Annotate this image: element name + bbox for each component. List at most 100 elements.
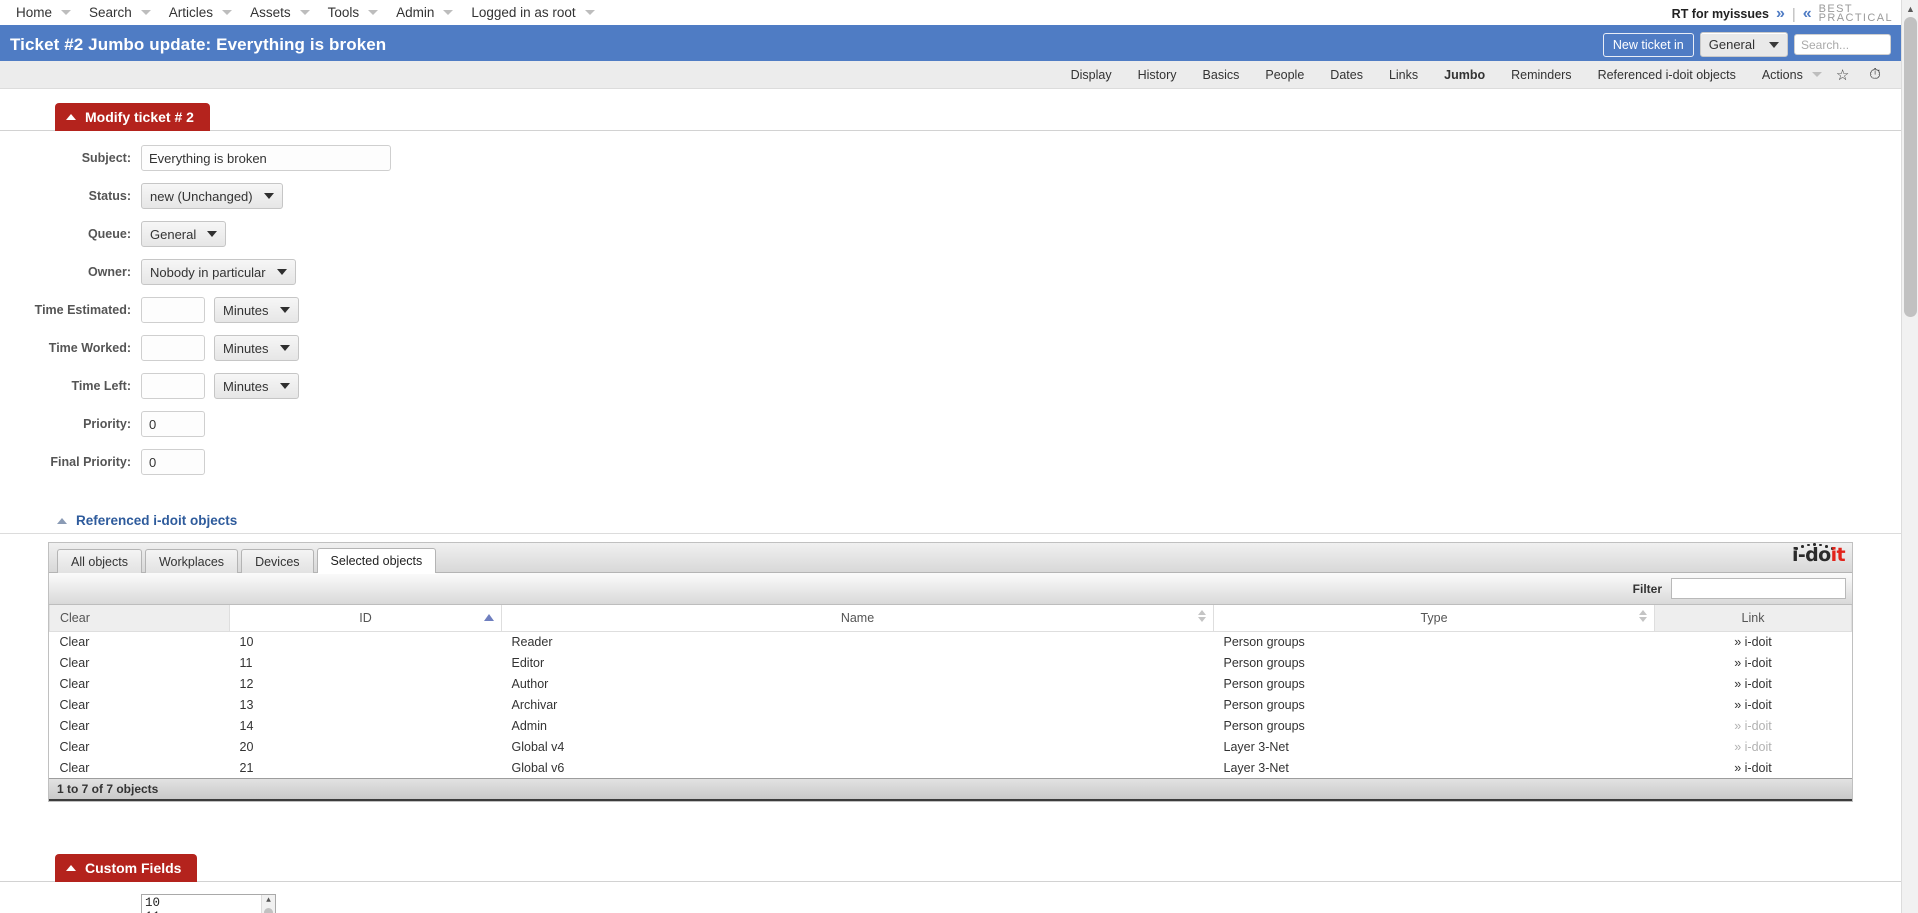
column-header-clear[interactable]: Clear <box>49 605 230 632</box>
clear-link[interactable]: Clear <box>50 631 230 652</box>
queue-select[interactable]: General <box>141 221 227 247</box>
time-left-input[interactable] <box>141 373 205 399</box>
sub-nav-jumbo[interactable]: Jumbo <box>1431 68 1498 82</box>
table-row[interactable]: Clear 20 Global v4 Layer 3-Net » i-doit <box>50 736 1852 757</box>
column-header-name[interactable]: Name <box>501 605 1214 632</box>
page-scrollbar[interactable]: ▲ <box>1901 0 1918 913</box>
table-row[interactable]: Clear 10 Reader Person groups » i-doit <box>50 631 1852 652</box>
clear-link[interactable]: Clear <box>50 757 230 778</box>
custom-field-option[interactable]: 10 <box>145 896 275 910</box>
sub-nav-referenced-i-doit-objects[interactable]: Referenced i-doit objects <box>1585 68 1749 82</box>
final-priority-input[interactable]: 0 <box>141 449 205 475</box>
scroll-up-icon[interactable]: ▲ <box>262 895 275 907</box>
time-left-unit-select[interactable]: Minutes <box>214 373 299 399</box>
idoit-link[interactable]: » i-doit <box>1734 698 1772 712</box>
priority-input[interactable]: 0 <box>141 411 205 437</box>
time-estimated-input[interactable] <box>141 297 205 323</box>
chevron-down-icon <box>276 269 287 275</box>
page-scrollbar-thumb[interactable] <box>1904 17 1917 317</box>
objects-table: Clear ID Name Type Link Clear 10 Reader Person … <box>49 605 1852 778</box>
sub-nav-dates[interactable]: Dates <box>1317 68 1376 82</box>
global-menu-item-label: Articles <box>168 5 214 20</box>
table-row[interactable]: Clear 14 Admin Person groups » i-doit <box>50 715 1852 736</box>
chevron-down-icon <box>368 10 379 15</box>
chevron-right-icon[interactable]: » <box>1776 6 1785 22</box>
object-name: Editor <box>511 655 545 670</box>
time-worked-unit-select[interactable]: Minutes <box>214 335 299 361</box>
table-row[interactable]: Clear 21 Global v6 Layer 3-Net » i-doit <box>50 757 1852 778</box>
sub-nav-links[interactable]: Links <box>1376 68 1431 82</box>
sub-nav-display[interactable]: Display <box>1058 68 1125 82</box>
idoit-tab-selected-objects[interactable]: Selected objects <box>316 548 437 573</box>
status-value: new (Unchanged) <box>150 188 253 204</box>
custom-fields-header[interactable]: Custom Fields <box>55 854 198 882</box>
referenced-objects-header[interactable]: Referenced i-doit objects <box>57 507 1901 533</box>
global-menu-item-search[interactable]: Search <box>77 5 157 20</box>
page-content: Modify ticket # 2 Subject: Everything is… <box>0 89 1901 913</box>
filter-input[interactable] <box>1671 578 1846 599</box>
star-icon[interactable]: ☆ <box>1826 66 1859 84</box>
sub-nav-people[interactable]: People <box>1252 68 1317 82</box>
chevron-left-icon[interactable]: « <box>1803 6 1812 22</box>
new-ticket-button[interactable]: New ticket in <box>1602 32 1694 57</box>
custom-field-multiselect[interactable]: 1011 ▲ <box>141 894 276 913</box>
owner-select[interactable]: Nobody in particular <box>141 259 296 285</box>
idoit-tab-devices[interactable]: Devices <box>241 549 314 573</box>
time-estimated-label: Time Estimated: <box>34 303 131 317</box>
idoit-link[interactable]: » i-doit <box>1734 761 1772 775</box>
global-menu-item-tools[interactable]: Tools <box>316 5 385 20</box>
best-practical-logo[interactable]: BEST PRACTICAL <box>1819 3 1893 24</box>
time-worked-label: Time Worked: <box>48 341 131 355</box>
idoit-link[interactable]: » i-doit <box>1734 656 1772 670</box>
final-priority-value: 0 <box>149 454 157 470</box>
idoit-tab-all-objects[interactable]: All objects <box>57 549 142 573</box>
column-header-id[interactable]: ID <box>229 605 502 632</box>
time-estimated-unit-select[interactable]: Minutes <box>214 297 299 323</box>
global-menu-item-assets[interactable]: Assets <box>238 5 316 20</box>
modify-ticket-form: Subject: Everything is broken Status: ne… <box>0 131 1901 491</box>
field-row-status: Status: new (Unchanged) <box>0 183 1901 209</box>
search-input[interactable]: Search... <box>1794 34 1891 55</box>
clear-link[interactable]: Clear <box>50 715 230 736</box>
scrollbar-thumb[interactable] <box>264 908 273 913</box>
sub-nav-reminders[interactable]: Reminders <box>1498 68 1584 82</box>
modify-ticket-header[interactable]: Modify ticket # 2 <box>55 103 210 131</box>
clear-link[interactable]: Clear <box>50 652 230 673</box>
idoit-link[interactable]: » i-doit <box>1734 677 1772 691</box>
clear-link[interactable]: Clear <box>50 673 230 694</box>
object-name: Global v6 <box>511 760 565 775</box>
field-row-owner: Owner: Nobody in particular <box>0 259 1901 285</box>
global-menu-item-logged-in-as-root[interactable]: Logged in as root <box>459 5 600 20</box>
time-left-unit-value: Minutes <box>223 378 269 394</box>
clear-link[interactable]: Clear <box>50 694 230 715</box>
field-row-time-worked: Time Worked: Minutes <box>0 335 1901 361</box>
column-header-type[interactable]: Type <box>1213 605 1655 632</box>
global-menu-item-admin[interactable]: Admin <box>384 5 459 20</box>
sub-nav-actions[interactable]: Actions <box>1749 68 1826 82</box>
field-row-subject: Subject: Everything is broken <box>0 145 1901 171</box>
idoit-link[interactable]: » i-doit <box>1734 740 1772 754</box>
clear-link[interactable]: Clear <box>50 736 230 757</box>
time-worked-input[interactable] <box>141 335 205 361</box>
status-select[interactable]: new (Unchanged) <box>141 183 283 209</box>
idoit-panel: All objects Workplaces Devices Selected obj… <box>48 542 1853 802</box>
global-menu-item-home[interactable]: Home <box>8 5 77 20</box>
time-estimated-unit-value: Minutes <box>223 302 269 318</box>
timer-icon[interactable]: ⏱ <box>1859 66 1891 83</box>
idoit-tab-workplaces[interactable]: Workplaces <box>144 549 239 573</box>
table-row[interactable]: Clear 13 Archivar Person groups » i-doit <box>50 694 1852 715</box>
subject-input[interactable]: Everything is broken <box>141 145 391 171</box>
idoit-link[interactable]: » i-doit <box>1734 719 1772 733</box>
table-row[interactable]: Clear 11 Editor Person groups » i-doit <box>50 652 1852 673</box>
idoit-link[interactable]: » i-doit <box>1734 635 1772 649</box>
column-header-link[interactable]: Link <box>1654 605 1852 632</box>
sub-nav-basics[interactable]: Basics <box>1190 68 1253 82</box>
scroll-up-icon[interactable]: ▲ <box>1902 0 1918 17</box>
collapse-arrow-icon <box>66 114 76 120</box>
listbox-scrollbar[interactable]: ▲ <box>261 895 275 913</box>
table-row[interactable]: Clear 12 Author Person groups » i-doit <box>50 673 1852 694</box>
global-menu-item-articles[interactable]: Articles <box>157 5 238 20</box>
page-viewport: Home Search Articles Assets Tools Admin Logged… <box>0 0 1901 913</box>
new-ticket-queue-select[interactable]: General <box>1699 32 1788 57</box>
sub-nav-history[interactable]: History <box>1125 68 1190 82</box>
